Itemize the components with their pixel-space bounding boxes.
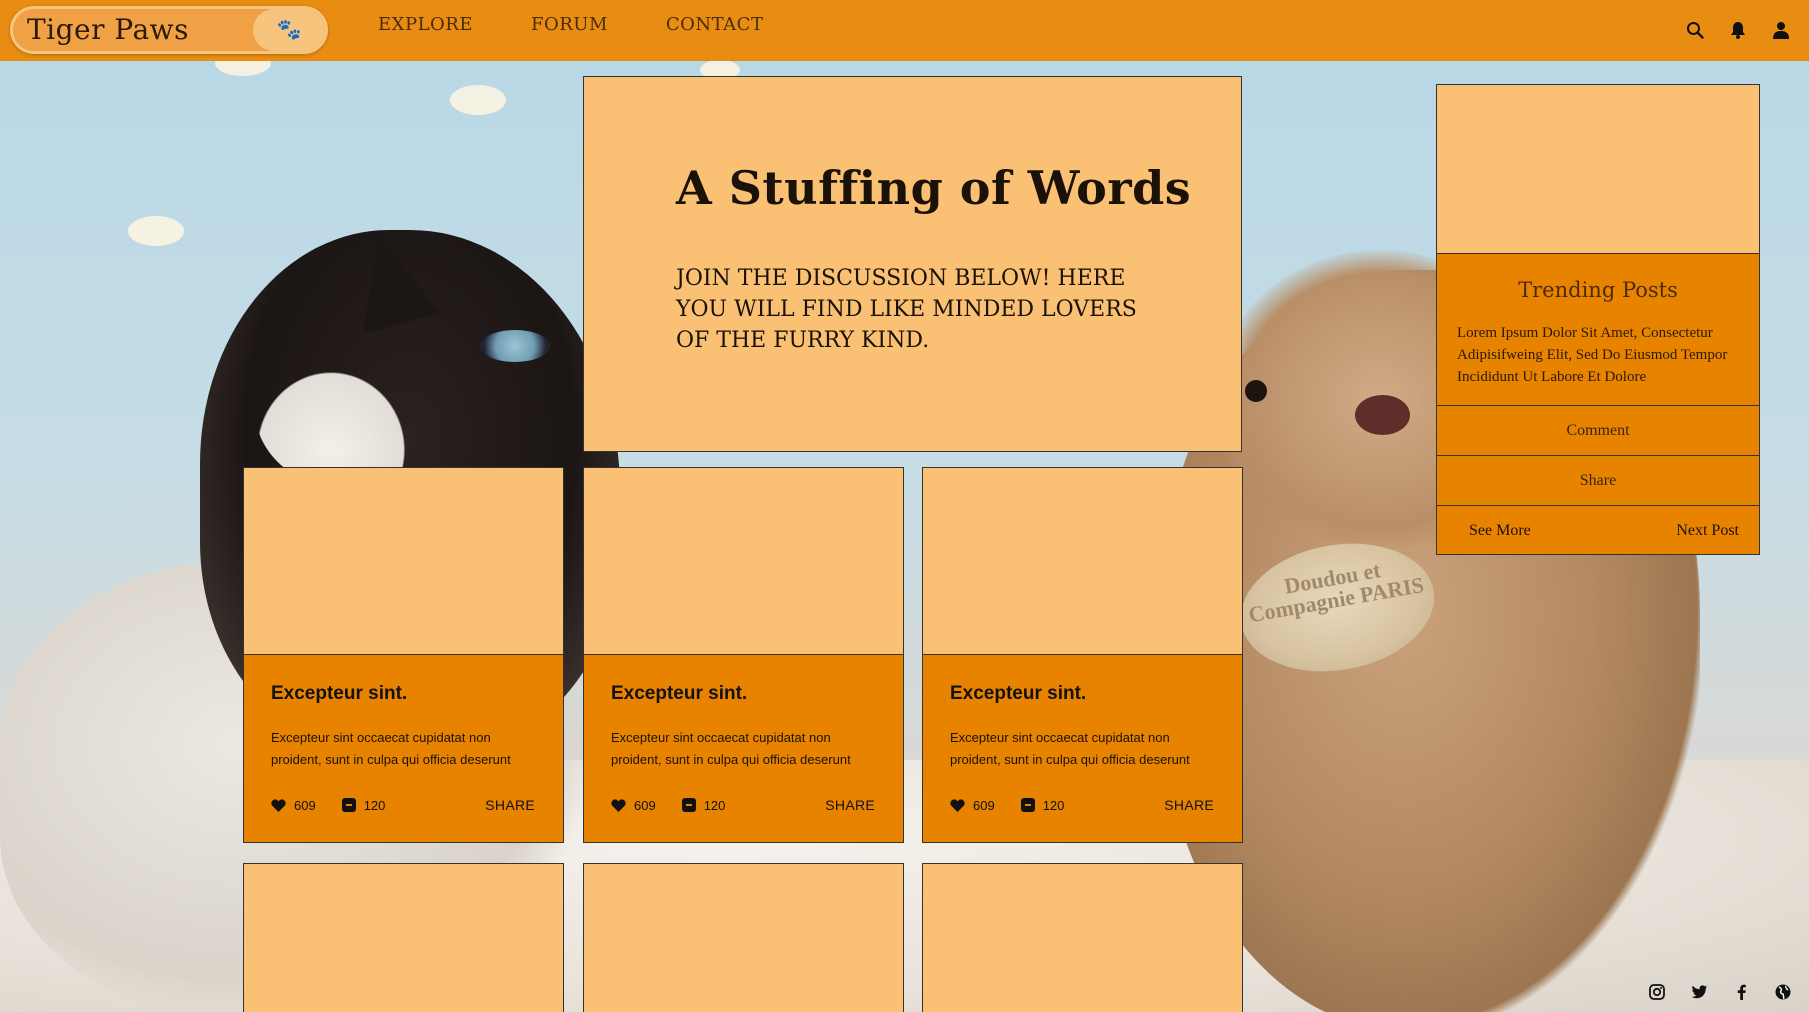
hero-panel: A Stuffing of Words Join the discussion … — [583, 76, 1242, 452]
nav-link-forum[interactable]: FORUM — [531, 14, 608, 35]
heart-icon — [611, 798, 626, 812]
post-card-text: Excepteur sint occaecat cupidatat non pr… — [611, 730, 851, 767]
facebook-icon[interactable] — [1727, 978, 1755, 1006]
like-button[interactable]: 609 — [271, 798, 316, 813]
post-card-title: Excepteur sint. — [611, 683, 748, 704]
share-button[interactable]: SHARE — [1164, 797, 1214, 813]
comment-icon — [1020, 798, 1035, 812]
cat-face — [255, 330, 445, 490]
next-post-link[interactable]: Next Post — [1676, 522, 1739, 540]
post-card[interactable]: Excepteur sint. Excepteur sint occaecat … — [922, 467, 1243, 843]
like-count: 609 — [973, 797, 995, 813]
trending-post-image — [1437, 85, 1759, 254]
post-card-image — [584, 468, 903, 655]
nav-link-contact[interactable]: CONTACT — [666, 14, 764, 35]
social-links — [1629, 978, 1797, 1006]
comment-count: 120 — [1042, 797, 1065, 813]
comment-button[interactable]: 120 — [681, 797, 726, 813]
trending-posts-title: Trending Posts — [1518, 278, 1678, 302]
page-title: A Stuffing of Words — [676, 161, 1192, 215]
post-card-image — [244, 468, 563, 655]
nav-icons — [1666, 16, 1795, 44]
twitter-icon[interactable] — [1685, 978, 1713, 1006]
nav-links: EXPLORE FORUM CONTACT — [378, 14, 821, 35]
comment-button[interactable]: 120 — [341, 797, 386, 813]
globe-icon[interactable] — [1769, 978, 1797, 1006]
post-card-text: Excepteur sint occaecat cupidatat non pr… — [271, 730, 511, 767]
brand-logo[interactable]: Tiger Paws 🐾 — [10, 6, 328, 54]
comment-icon — [341, 798, 356, 812]
heart-icon — [271, 798, 286, 812]
teddy-bear-eye — [1245, 380, 1267, 402]
cat-eye — [480, 330, 550, 362]
post-card-image[interactable] — [922, 863, 1243, 1012]
comment-count: 120 — [703, 797, 726, 813]
nav-link-explore[interactable]: EXPLORE — [378, 14, 473, 35]
post-card-title: Excepteur sint. — [271, 683, 408, 704]
post-card-image[interactable] — [583, 863, 904, 1012]
trending-post-excerpt: Lorem Ipsum Dolor Sit Amet, Consectetur … — [1457, 325, 1728, 385]
comment-icon — [681, 798, 696, 812]
post-card-image — [923, 468, 1242, 655]
share-button[interactable]: SHARE — [825, 797, 875, 813]
instagram-icon[interactable] — [1643, 978, 1671, 1006]
teddy-bear-nose — [1355, 395, 1410, 435]
share-button[interactable]: SHARE — [485, 797, 535, 813]
comment-count: 120 — [363, 797, 386, 813]
hero-subtitle: Join the discussion below! Here you will… — [676, 266, 1137, 353]
post-card-text: Excepteur sint occaecat cupidatat non pr… — [950, 730, 1190, 767]
user-icon[interactable] — [1767, 16, 1795, 44]
post-card-image[interactable] — [243, 863, 564, 1012]
comment-button[interactable]: Comment — [1437, 406, 1759, 456]
post-card[interactable]: Excepteur sint. Excepteur sint occaecat … — [243, 467, 564, 843]
post-card-title: Excepteur sint. — [950, 683, 1087, 704]
top-nav-bar: Tiger Paws 🐾 EXPLORE FORUM CONTACT — [0, 0, 1809, 61]
bokeh-light — [450, 85, 506, 115]
like-button[interactable]: 609 — [950, 798, 995, 813]
bokeh-light — [128, 216, 184, 246]
search-icon[interactable] — [1681, 16, 1709, 44]
bell-icon[interactable] — [1724, 16, 1752, 44]
trending-posts-panel: Trending Posts Lorem Ipsum Dolor Sit Ame… — [1436, 84, 1760, 555]
like-count: 609 — [294, 797, 316, 813]
comment-button[interactable]: 120 — [1020, 797, 1065, 813]
see-more-link[interactable]: See More — [1469, 522, 1531, 540]
heart-icon — [950, 798, 965, 812]
like-button[interactable]: 609 — [611, 798, 656, 813]
brand-name: Tiger Paws — [27, 13, 190, 46]
paw-prints-icon: 🐾 — [253, 9, 325, 51]
like-count: 609 — [634, 797, 656, 813]
share-button[interactable]: Share — [1437, 456, 1759, 506]
post-card[interactable]: Excepteur sint. Excepteur sint occaecat … — [583, 467, 904, 843]
